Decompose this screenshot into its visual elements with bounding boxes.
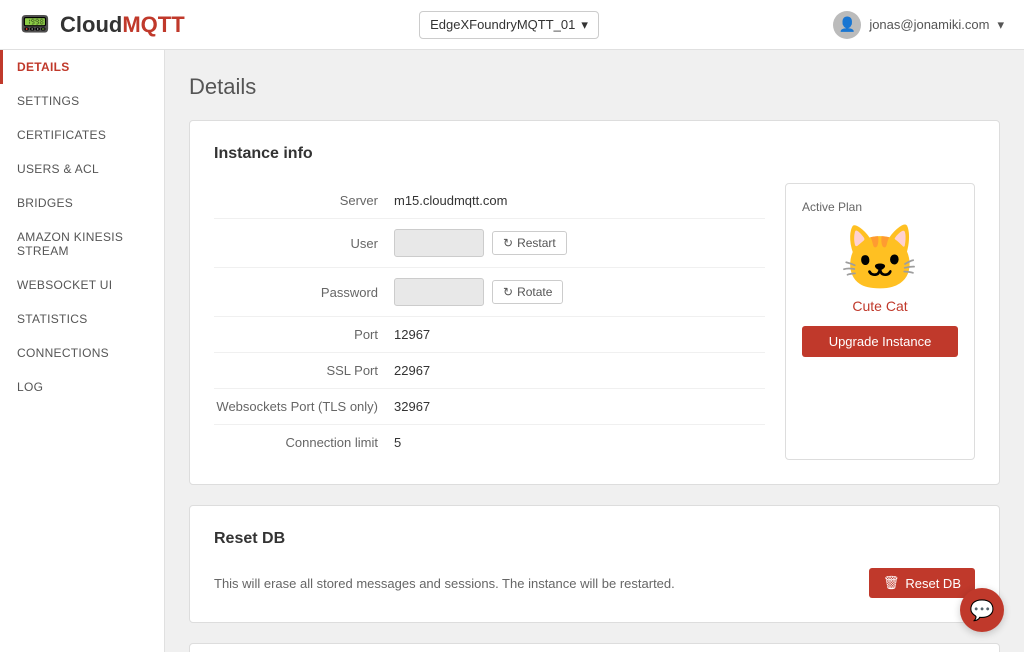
server-label: Server [214,193,394,208]
instance-info-title: Instance info [214,145,975,163]
page-title: Details [189,74,1000,100]
password-row: Password ↻ Rotate [214,268,765,317]
sidebar-item-settings[interactable]: SETTINGS [0,84,164,118]
reset-db-description: This will erase all stored messages and … [214,576,675,591]
user-dropdown-icon: ▾ [997,17,1004,33]
connection-limit-value: 5 [394,435,401,450]
sidebar-item-bridges[interactable]: BRIDGES [0,186,164,220]
server-row: Server m15.cloudmqtt.com [214,183,765,219]
port-label: Port [214,327,394,342]
reset-db-button[interactable]: 🗑 Reset DB [869,568,975,598]
user-input-group: ↻ Restart [394,229,567,257]
restart-icon: ↻ [503,236,513,250]
ws-port-label: Websockets Port (TLS only) [214,399,394,414]
sidebar: DETAILS SETTINGS CERTIFICATES USERS & AC… [0,50,165,652]
user-field-label: User [214,236,394,251]
active-plan-label: Active Plan [802,200,958,214]
info-fields: Server m15.cloudmqtt.com User ↻ Restart [214,183,765,460]
sidebar-item-users-acl[interactable]: USERS & ACL [0,152,164,186]
ssl-port-label: SSL Port [214,363,394,378]
rotate-button[interactable]: ↻ Rotate [492,280,563,304]
sidebar-item-amazon-kinesis[interactable]: AMAZON KINESIS STREAM [0,220,164,268]
user-row: User ↻ Restart [214,219,765,268]
rotate-label: Rotate [517,285,552,299]
user-masked-field [394,229,484,257]
instance-info-card: Instance info Server m15.cloudmqtt.com U… [189,120,1000,485]
chat-button[interactable]: 💬 [960,588,1004,632]
connection-limit-label: Connection limit [214,435,394,450]
ssl-port-value: 22967 [394,363,430,378]
reset-db-button-label: Reset DB [905,576,961,591]
active-plan-panel: Active Plan 🐱 Cute Cat Upgrade Instance [785,183,975,460]
dropdown-arrow-icon: ▾ [581,17,588,33]
upgrade-instance-button[interactable]: Upgrade Instance [802,326,958,357]
instance-name: EdgeXFoundryMQTT_01 [430,17,575,32]
server-value: m15.cloudmqtt.com [394,193,507,208]
sidebar-item-details[interactable]: DETAILS [0,50,164,84]
header-center: EdgeXFoundryMQTT_01 ▾ [419,11,599,39]
port-value: 12967 [394,327,430,342]
trash-icon: 🗑 [883,575,900,591]
password-input-group: ↻ Rotate [394,278,563,306]
logo-text: CloudMQTT [54,12,185,38]
app-header: 📟 CloudMQTT EdgeXFoundryMQTT_01 ▾ 👤 jona… [0,0,1024,50]
chat-icon: 💬 [970,598,995,623]
content-area: Details Instance info Server m15.cloudmq… [165,50,1024,652]
restart-button[interactable]: ↻ Restart [492,231,567,255]
main-layout: DETAILS SETTINGS CERTIFICATES USERS & AC… [0,50,1024,652]
api-card: API API Key 5b57fb16-d596-44c5-98cb-0ba5… [189,643,1000,652]
user-menu[interactable]: 👤 jonas@jonamiki.com ▾ [833,11,1004,39]
sidebar-item-websocket-ui[interactable]: WEBSOCKET UI [0,268,164,302]
restart-label: Restart [517,236,556,250]
reset-db-card: Reset DB This will erase all stored mess… [189,505,1000,623]
reset-db-title: Reset DB [214,530,975,548]
connection-limit-row: Connection limit 5 [214,425,765,460]
port-row: Port 12967 [214,317,765,353]
plan-name: Cute Cat [802,298,958,314]
ws-port-row: Websockets Port (TLS only) 32967 [214,389,765,425]
sidebar-item-log[interactable]: LOG [0,370,164,404]
ws-port-value: 32967 [394,399,430,414]
user-email: jonas@jonamiki.com [869,17,989,32]
avatar: 👤 [833,11,861,39]
logo: 📟 CloudMQTT [20,10,185,39]
sidebar-item-connections[interactable]: CONNECTIONS [0,336,164,370]
cat-mascot-icon: 🐱 [802,226,958,290]
password-masked-field [394,278,484,306]
rotate-icon: ↻ [503,285,513,299]
sidebar-item-statistics[interactable]: STATISTICS [0,302,164,336]
reset-db-body: This will erase all stored messages and … [214,568,975,598]
instance-dropdown[interactable]: EdgeXFoundryMQTT_01 ▾ [419,11,599,39]
logo-icon: 📟 [20,10,50,39]
sidebar-item-certificates[interactable]: CERTIFICATES [0,118,164,152]
instance-info-body: Server m15.cloudmqtt.com User ↻ Restart [214,183,975,460]
password-label: Password [214,285,394,300]
ssl-port-row: SSL Port 22967 [214,353,765,389]
